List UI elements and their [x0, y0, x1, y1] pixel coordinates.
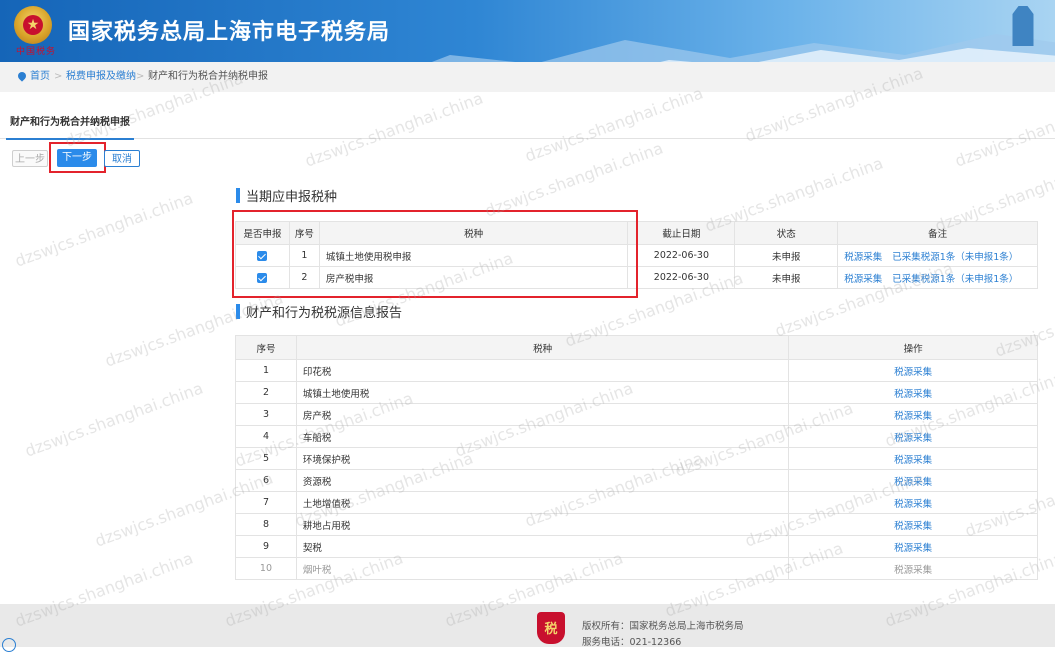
table-row: 10 烟叶税 税源采集 [235, 557, 1038, 580]
section-title-text: 当期应申报税种 [246, 190, 338, 205]
collect-source-link[interactable]: 税源采集 [788, 469, 1038, 492]
row-status: 未申报 [734, 266, 839, 289]
table-row: 1 印花税 税源采集 [235, 359, 1038, 382]
location-pin-icon [16, 70, 28, 82]
row-no: 10 [235, 557, 297, 580]
tax-emblem-icon: ★ [14, 6, 52, 44]
footer-phone: 服务电话：021-12366 [582, 637, 682, 648]
row-status: 未申报 [734, 244, 839, 267]
col-header-tax: 税种 [295, 335, 790, 360]
table-row: 2 城镇土地使用税 税源采集 [235, 381, 1038, 404]
tax-bureau-logo [537, 612, 565, 644]
emblem-caption: 中国税务 [16, 47, 57, 57]
col-header-status: 状态 [734, 221, 839, 245]
row-no: 2 [235, 381, 297, 404]
breadcrumb-separator: > [54, 71, 63, 82]
collect-source-link[interactable]: 税源采集 [788, 513, 1038, 536]
row-no: 8 [235, 513, 297, 536]
row-tax: 烟叶税 [295, 557, 790, 580]
section-title-source-report: 财产和行为税税源信息报告 [236, 302, 403, 321]
collect-source-link[interactable]: 税源采集 [788, 403, 1038, 426]
site-header: ★ 中国税务 国家税务总局上海市电子税务局 [0, 0, 1055, 62]
table-header-row: 序号 税种 操作 [235, 335, 1038, 360]
prev-step-button[interactable]: 上一步 [12, 150, 48, 167]
table-row: 6 资源税 税源采集 [235, 469, 1038, 492]
footer [0, 604, 1055, 647]
col-header-action: 操作 [788, 335, 1038, 360]
row-tax: 印花税 [295, 359, 790, 382]
collected-sources-link[interactable]: 已采集税源1条（未申报1条） [892, 252, 1018, 263]
watermark-text: dzswjcs.shanghai.china [482, 138, 666, 221]
collect-source-link[interactable]: 税源采集 [788, 381, 1038, 404]
table-row: 3 房产税 税源采集 [235, 403, 1038, 426]
row-deadline: 2022-06-30 [627, 244, 736, 267]
cancel-button[interactable]: 取消 [104, 150, 140, 167]
breadcrumb-current: 财产和行为税合并纳税申报 [148, 71, 268, 82]
row-no: 3 [235, 403, 297, 426]
tax-source-table: 序号 税种 操作 1 印花税 税源采集 2 城镇土地使用税 税源采集 3 房产税 税源采集 4 车船… [235, 335, 1038, 580]
row-no: 7 [235, 491, 297, 514]
highlight-box-tax-table [232, 210, 638, 298]
row-no: 1 [235, 359, 297, 382]
breadcrumb-home-link[interactable]: 首页 [30, 62, 50, 92]
row-deadline: 2022-06-30 [627, 266, 736, 289]
row-no: 6 [235, 469, 297, 492]
table-row: 7 土地增值税 税源采集 [235, 491, 1038, 514]
row-tax: 契税 [295, 535, 790, 558]
collect-source-link: 税源采集 [788, 557, 1038, 580]
tab-strip: 财产和行为税合并纳税申报 [0, 108, 1055, 140]
breadcrumb-tax-filing-link[interactable]: 税费申报及缴纳 [66, 62, 136, 92]
watermark-text: dzswjcs.shanghai.china [12, 188, 196, 271]
collect-source-link[interactable]: 税源采集 [844, 252, 882, 263]
table-row: 4 车船税 税源采集 [235, 425, 1038, 448]
breadcrumb-separator: > [136, 71, 145, 82]
collect-source-link[interactable]: 税源采集 [788, 447, 1038, 470]
collect-source-link[interactable]: 税源采集 [844, 274, 882, 285]
table-row: 8 耕地占用税 税源采集 [235, 513, 1038, 536]
row-no: 9 [235, 535, 297, 558]
table-row: 5 环境保护税 税源采集 [235, 447, 1038, 470]
row-tax: 城镇土地使用税 [295, 381, 790, 404]
section-marker [236, 188, 240, 203]
row-tax: 耕地占用税 [295, 513, 790, 536]
row-tax: 车船税 [295, 425, 790, 448]
site-title[interactable]: 国家税务总局上海市电子税务局 [68, 14, 390, 46]
collect-source-link[interactable]: 税源采集 [788, 491, 1038, 514]
col-header-no: 序号 [235, 335, 297, 360]
row-tax: 土地增值税 [295, 491, 790, 514]
section-title-current-taxes: 当期应申报税种 [236, 186, 338, 205]
collect-source-link[interactable]: 税源采集 [788, 535, 1038, 558]
row-no: 4 [235, 425, 297, 448]
row-tax: 资源税 [295, 469, 790, 492]
section-title-text: 财产和行为税税源信息报告 [246, 306, 403, 321]
breadcrumb: 首页 > 税费申报及缴纳 > 财产和行为税合并纳税申报 [0, 62, 1055, 92]
collect-source-link[interactable]: 税源采集 [788, 359, 1038, 382]
watermark-text: dzswjcs.shanghai.china [22, 378, 206, 461]
row-tax: 环境保护税 [295, 447, 790, 470]
table-row: 9 契税 税源采集 [235, 535, 1038, 558]
collected-sources-link[interactable]: 已采集税源1条（未申报1条） [892, 274, 1018, 285]
col-header-note: 备注 [837, 221, 1038, 245]
section-marker [236, 304, 240, 319]
help-circle-icon[interactable] [2, 638, 16, 652]
next-step-button[interactable]: 下一步 [57, 149, 97, 167]
footer-copyright: 版权所有：国家税务总局上海市税务局 [582, 621, 744, 632]
collect-source-link[interactable]: 税源采集 [788, 425, 1038, 448]
tab-combined-filing[interactable]: 财产和行为税合并纳税申报 [6, 108, 134, 140]
col-header-deadline: 截止日期 [627, 221, 736, 245]
row-tax: 房产税 [295, 403, 790, 426]
row-no: 5 [235, 447, 297, 470]
